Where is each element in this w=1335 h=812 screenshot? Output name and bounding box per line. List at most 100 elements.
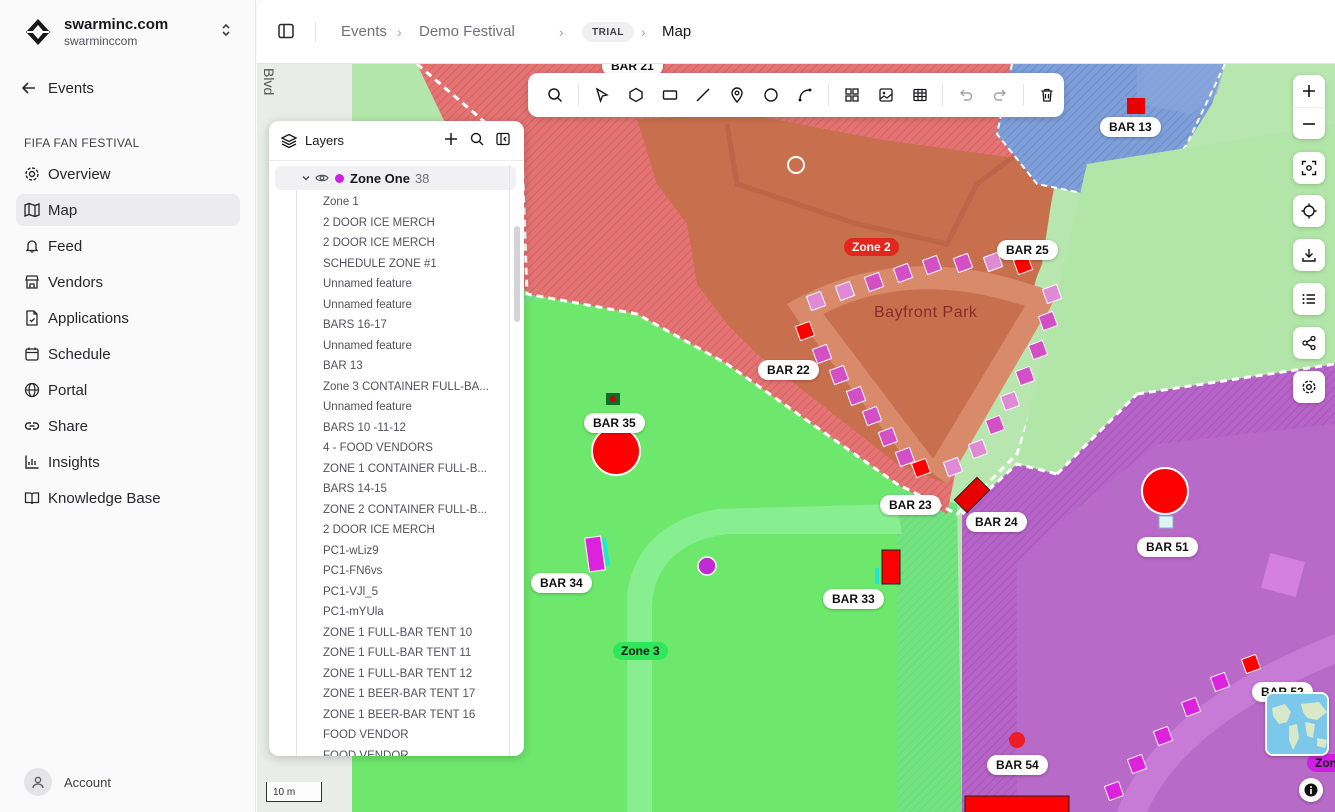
layer-item[interactable]: FOOD VENDOR (323, 725, 489, 746)
bar-22-label[interactable]: BAR 22 (758, 360, 819, 380)
layer-item[interactable]: BARS 10 -11-12 (323, 418, 489, 439)
collapse-panel-icon[interactable] (496, 132, 510, 146)
layer-item[interactable]: ZONE 1 CONTAINER FULL-B... (323, 459, 489, 480)
bar-51-label[interactable]: BAR 51 (1137, 537, 1198, 557)
scroll-track (509, 165, 510, 756)
table-icon[interactable] (906, 81, 934, 109)
sidebar-item-label: Insights (48, 453, 100, 471)
layer-item[interactable]: Unnamed feature (323, 397, 489, 418)
sidebar-item-portal[interactable]: Portal (16, 374, 240, 406)
org-name: swarminc.com (64, 16, 169, 33)
pointer-icon[interactable] (588, 81, 616, 109)
layer-item[interactable]: ZONE 1 BEER-BAR TENT 17 (323, 684, 489, 705)
layer-item[interactable]: Unnamed feature (323, 336, 489, 357)
layer-item[interactable]: Unnamed feature (323, 295, 489, 316)
grid-icon[interactable] (838, 81, 866, 109)
layer-item[interactable]: BARS 14-15 (323, 479, 489, 500)
org-switcher[interactable]: swarminc.com swarminccom (22, 14, 242, 50)
layer-item[interactable]: 2 DOOR ICE MERCH (323, 213, 489, 234)
layer-item[interactable]: PC1-wLiz9 (323, 541, 489, 562)
layer-item[interactable]: ZONE 1 BEER-BAR TENT 16 (323, 705, 489, 726)
layer-item[interactable]: PC1-mYUla (323, 602, 489, 623)
sidebar-item-overview[interactable]: Overview (16, 158, 240, 190)
rectangle-icon[interactable] (656, 81, 684, 109)
layer-item[interactable]: Unnamed feature (323, 274, 489, 295)
zoom-in-button[interactable] (1293, 75, 1325, 107)
bar-23-label[interactable]: BAR 23 (880, 495, 941, 515)
sidebar-item-insights[interactable]: Insights (16, 446, 240, 478)
sidebar-toggle-icon[interactable] (277, 22, 297, 42)
bar-35-label[interactable]: BAR 35 (584, 413, 645, 433)
zoom-controls (1293, 75, 1325, 139)
layer-item[interactable]: ZONE 2 CONTAINER FULL-B... (323, 500, 489, 521)
share-icon[interactable] (1293, 327, 1325, 359)
layers-icon (281, 133, 297, 148)
layer-item[interactable]: SCHEDULE ZONE #1 (323, 254, 489, 275)
sidebar-item-vendors[interactable]: Vendors (16, 266, 240, 298)
bar-34-label[interactable]: BAR 34 (531, 573, 592, 593)
search-icon[interactable] (470, 132, 484, 146)
bar-25-label[interactable]: BAR 25 (997, 240, 1058, 260)
org-logo-icon (22, 16, 54, 48)
info-icon[interactable] (1299, 778, 1323, 802)
locate-icon[interactable] (1293, 195, 1325, 227)
layer-item[interactable]: ZONE 1 FULL-BAR TENT 12 (323, 664, 489, 685)
minimap-globe[interactable] (1265, 692, 1329, 756)
sidebar-item-share[interactable]: Share (16, 410, 240, 442)
sidebar-item-label: Feed (48, 237, 83, 255)
sidebar-item-schedule[interactable]: Schedule (16, 338, 240, 370)
layer-group-name: Zone One (350, 170, 410, 186)
bar-24-label[interactable]: BAR 24 (966, 512, 1027, 532)
curve-icon[interactable] (791, 81, 819, 109)
account-label: Account (64, 774, 111, 790)
top-header: Events › Demo Festival › TRIAL › Map (257, 0, 1335, 64)
layer-item[interactable]: PC1-FN6vs (323, 561, 489, 582)
layer-item[interactable]: Zone 3 CONTAINER FULL-BA... (323, 377, 489, 398)
sidebar-item-feed[interactable]: Feed (16, 230, 240, 262)
bar-54-label[interactable]: BAR 54 (987, 755, 1048, 775)
layer-item[interactable]: PC1-VJl_5 (323, 582, 489, 603)
line-icon[interactable] (689, 81, 717, 109)
map-pin-icon[interactable] (723, 81, 751, 109)
sidebar-item-knowledge-base[interactable]: Knowledge Base (16, 482, 240, 514)
polygon-icon[interactable] (622, 81, 650, 109)
layer-item[interactable]: ZONE 1 FULL-BAR TENT 10 (323, 623, 489, 644)
redo-icon[interactable] (986, 81, 1014, 109)
layer-item[interactable]: 2 DOOR ICE MERCH (323, 520, 489, 541)
layer-item[interactable]: Zone 1 (323, 192, 489, 213)
circle-icon[interactable] (757, 81, 785, 109)
account-button[interactable]: Account (24, 768, 111, 796)
layer-item[interactable]: BAR 13 (323, 356, 489, 377)
undo-icon[interactable] (952, 81, 980, 109)
layer-item[interactable]: 2 DOOR ICE MERCH (323, 233, 489, 254)
list-icon[interactable] (1293, 283, 1325, 315)
map-canvas[interactable]: Blvd Bayfront Park Zone 2 Zone 3 Zon BAR… (257, 64, 1335, 812)
street-label: Blvd (261, 68, 277, 96)
zoom-out-button[interactable] (1293, 107, 1325, 139)
layer-item[interactable]: FOOD VENDOR (323, 746, 489, 756)
settings-gear-icon[interactable] (1293, 371, 1325, 403)
sidebar-item-label: Knowledge Base (48, 489, 161, 507)
layer-item[interactable]: ZONE 1 FULL-BAR TENT 11 (323, 643, 489, 664)
focus-icon[interactable] (1293, 152, 1325, 184)
sidebar-item-applications[interactable]: Applications (16, 302, 240, 334)
image-icon[interactable] (872, 81, 900, 109)
breadcrumb-demo-festival[interactable]: Demo Festival (419, 23, 515, 40)
back-to-events-link[interactable]: Events (22, 78, 94, 98)
plus-icon[interactable] (444, 132, 458, 146)
toolbar-divider (827, 84, 829, 106)
layer-item[interactable]: BARS 16-17 (323, 315, 489, 336)
layers-scrollbar[interactable] (514, 226, 520, 322)
download-icon[interactable] (1293, 239, 1325, 271)
breadcrumb-events[interactable]: Events (341, 23, 387, 40)
sidebar-item-map[interactable]: Map (16, 194, 240, 226)
breadcrumb-chevron-icon: › (397, 24, 402, 40)
search-icon[interactable] (541, 81, 569, 109)
bar-33-label[interactable]: BAR 33 (823, 589, 884, 609)
user-icon (24, 768, 52, 796)
layer-item[interactable]: 4 - FOOD VENDORS (323, 438, 489, 459)
chevron-up-down-icon[interactable] (220, 22, 232, 41)
bar-13-label[interactable]: BAR 13 (1100, 117, 1161, 137)
trash-icon[interactable] (1033, 81, 1061, 109)
layer-group-zone-one[interactable]: Zone One 38 (275, 166, 516, 190)
